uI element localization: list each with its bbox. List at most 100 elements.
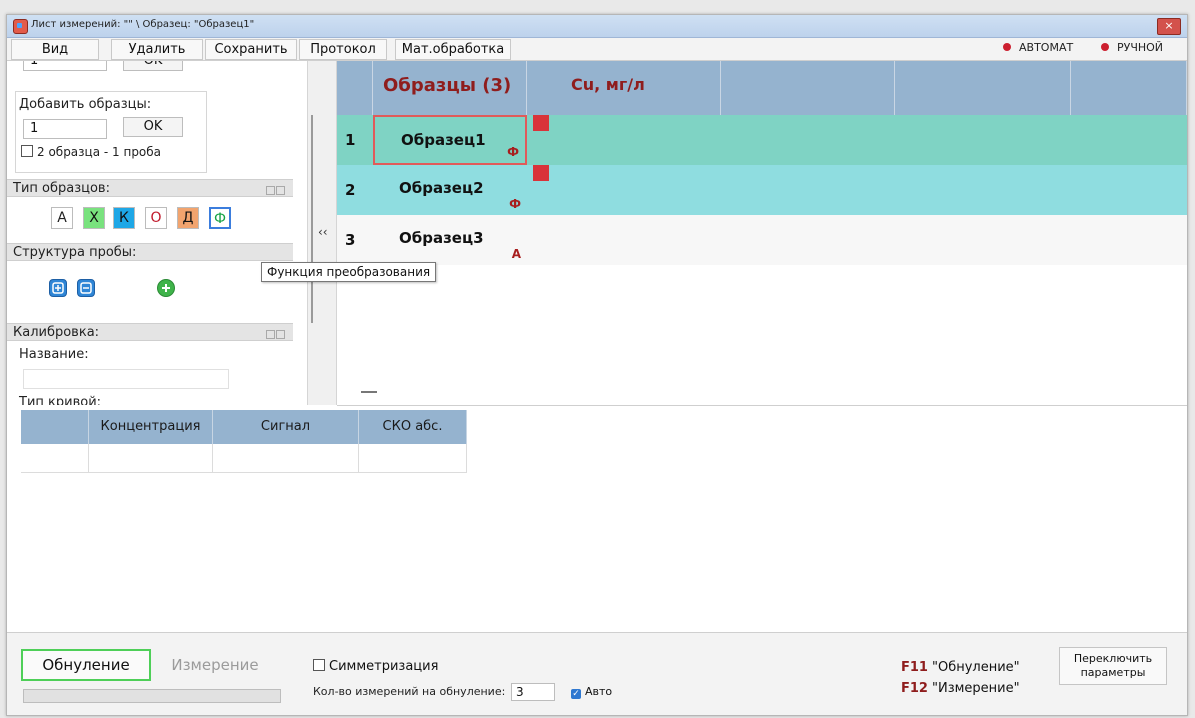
two-samples-label: 2 образца - 1 проба (37, 145, 162, 159)
auto-dot-icon (1003, 43, 1011, 51)
grid-header-col4 (721, 61, 895, 115)
manual-dot-icon (1101, 43, 1109, 51)
expand-structure-button[interactable] (49, 279, 67, 297)
restore-icon (276, 186, 285, 195)
type-f-button[interactable]: Ф (209, 207, 231, 229)
count-field[interactable]: 3 (511, 683, 555, 701)
grid-header-col5 (895, 61, 1071, 115)
add-samples-field[interactable]: 1 (23, 119, 107, 139)
sample-row[interactable]: 1 Образец1 Ф (337, 115, 1187, 165)
restore-icon (276, 330, 285, 339)
table-cell[interactable] (21, 444, 89, 472)
status-marker-icon (533, 115, 549, 131)
f12-key: F12 (901, 681, 928, 696)
manual-mode-indicator[interactable]: РУЧНОЙ (1101, 41, 1163, 54)
auto-mode-indicator[interactable]: АВТОМАТ (1003, 41, 1073, 54)
auto-checkbox[interactable]: ✓ Авто (571, 685, 612, 699)
grid-header-cu[interactable]: Cu, мг/л (527, 61, 721, 115)
f11-key: F11 (901, 660, 928, 675)
two-samples-checkbox[interactable]: 2 образца - 1 проба (21, 145, 161, 159)
sample-name: Образец2 (399, 179, 484, 197)
sample-types-header: Тип образцов: (7, 179, 293, 197)
concentration-header[interactable]: Концентрация (89, 410, 213, 444)
minus-square-icon (80, 282, 92, 294)
zero-button[interactable]: Обнуление (21, 649, 151, 681)
measurement-window: Лист измерений: "" \ Образец: "Образец1"… (6, 14, 1188, 716)
sample-name-cell[interactable]: Образец1 Ф (373, 115, 527, 165)
add-samples-ok-button[interactable]: OK (123, 117, 183, 137)
auto-label: Авто (585, 685, 613, 698)
calibration-table-area: Концентрация Сигнал СКО абс. (7, 406, 1187, 633)
signal-header[interactable]: Сигнал (213, 410, 359, 444)
auto-mode-label: АВТОМАТ (1019, 41, 1074, 54)
hotkeys-legend: F11 "Обнуление" F12 "Измерение" (901, 657, 1020, 699)
header-controls[interactable] (265, 183, 287, 195)
checkbox-icon (313, 659, 325, 671)
type-x-button[interactable]: Х (83, 207, 105, 229)
type-k-button[interactable]: К (113, 207, 135, 229)
sample-row[interactable]: 3 Образец3 А (337, 215, 1187, 265)
minimize-icon (266, 330, 275, 339)
top-ok-button[interactable]: OK (123, 61, 183, 71)
left-panel: 1 OK Добавить образцы: 1 OK 2 образца - … (7, 61, 303, 405)
calib-index-header (21, 410, 89, 444)
grid-header-col6 (1071, 61, 1187, 115)
samples-grid: Образцы (3) Cu, мг/л 1 Образец1 Ф 2 Обра… (337, 61, 1187, 406)
top-count-field[interactable]: 1 (23, 61, 107, 71)
plus-square-icon (52, 282, 64, 294)
tooltip: Функция преобразования (261, 262, 437, 282)
checkbox-icon (21, 145, 33, 157)
panel-scrollbar[interactable]: ‹‹ (307, 61, 337, 405)
grid-header-samples[interactable]: Образцы (3) (373, 61, 527, 115)
window-title: Лист измерений: "" \ Образец: "Образец1" (31, 19, 255, 30)
calibration-label: Калибровка: (13, 325, 100, 340)
menu-bar: Вид Удалить Сохранить Протокол Мат.обраб… (7, 38, 1187, 61)
add-probe-button[interactable] (157, 279, 175, 297)
close-button[interactable]: × (1157, 18, 1181, 35)
cu-header-text: Cu, мг/л (571, 75, 645, 94)
plus-circle-icon (162, 284, 170, 292)
switch-parameters-button[interactable]: Переключить параметры (1059, 647, 1167, 685)
sko-header[interactable]: СКО абс. (359, 410, 467, 444)
grid-header: Образцы (3) Cu, мг/л (337, 61, 1187, 115)
math-processing-button[interactable]: Мат.обработка (395, 39, 511, 60)
type-d-button[interactable]: Д (177, 207, 199, 229)
save-button[interactable]: Сохранить (205, 39, 297, 60)
collapse-panel-icon[interactable]: ‹‹ (318, 225, 328, 239)
table-row[interactable] (21, 444, 467, 473)
symmetrization-checkbox[interactable]: Симметризация (313, 659, 438, 674)
calibration-name-field[interactable] (23, 369, 229, 389)
f12-hotkey: F12 "Измерение" (901, 678, 1020, 699)
bottom-bar: Обнуление Измерение Симметризация Кол-во… (7, 633, 1187, 715)
minimize-icon (266, 186, 275, 195)
f12-label: "Измерение" (931, 681, 1020, 696)
calibration-header: Калибровка: (7, 323, 293, 341)
table-cell[interactable] (359, 444, 467, 472)
symmetrization-label: Симметризация (329, 659, 439, 674)
collapse-structure-button[interactable] (77, 279, 95, 297)
table-cell[interactable] (213, 444, 359, 472)
calibration-header-controls[interactable] (265, 327, 287, 339)
f11-hotkey: F11 "Обнуление" (901, 657, 1020, 678)
view-button[interactable]: Вид (11, 39, 99, 60)
type-a-button[interactable]: А (51, 207, 73, 229)
sample-name-cell[interactable]: Образец2 Ф (373, 165, 527, 215)
sample-name-cell[interactable]: Образец3 А (373, 215, 527, 265)
scroll-thumb[interactable] (311, 115, 313, 323)
sample-type-tag: А (511, 247, 521, 261)
table-cell[interactable] (89, 444, 213, 472)
splitter-handle[interactable] (361, 391, 377, 393)
manual-mode-label: РУЧНОЙ (1117, 41, 1164, 54)
app-icon (13, 19, 28, 34)
delete-button[interactable]: Удалить (111, 39, 203, 60)
measure-button[interactable]: Измерение (163, 651, 267, 679)
sample-row[interactable]: 2 Образец2 Ф (337, 165, 1187, 215)
curve-type-label: Тип кривой: (19, 395, 102, 405)
title-bar: Лист измерений: "" \ Образец: "Образец1"… (7, 15, 1187, 38)
status-marker-icon (533, 165, 549, 181)
sample-name: Образец3 (399, 229, 484, 247)
type-o-button[interactable]: О (145, 207, 167, 229)
row-number: 1 (345, 131, 356, 149)
protocol-button[interactable]: Протокол (299, 39, 387, 60)
sample-type-tag: Ф (509, 197, 521, 211)
